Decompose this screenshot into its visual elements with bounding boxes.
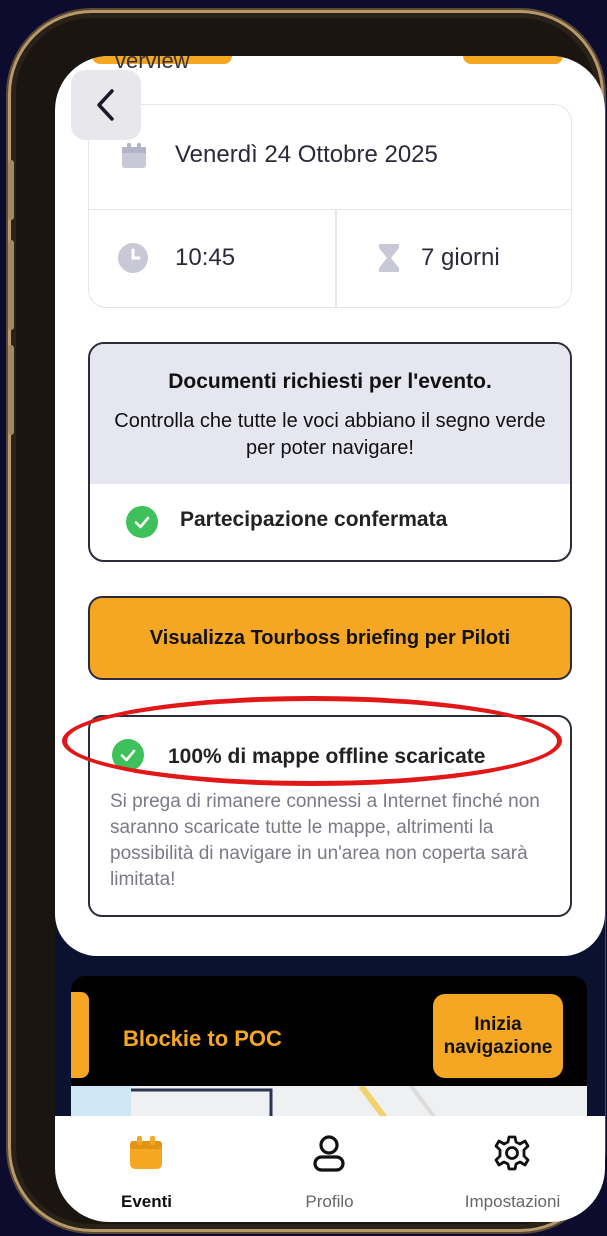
user-icon [313,1135,345,1172]
tab-eventi[interactable]: Eventi [55,1116,238,1222]
mute-switch [8,160,14,220]
document-item-label: Partecipazione confermata [180,508,448,531]
calendar-icon [130,1136,162,1169]
clock-icon [118,243,148,273]
offline-maps-description: Si prega di rimanere connessi a Internet… [110,791,540,890]
phone-frame: verview Venerdì 24 Ottobre 2025 10:45 7 … [8,10,605,1232]
time-duration-row: 10:45 7 giorni [89,210,571,307]
app-screen: verview Venerdì 24 Ottobre 2025 10:45 7 … [55,56,605,1222]
bottom-tab-bar: Eventi Profilo Impostazioni [55,1116,605,1222]
required-documents-card: Documenti richiesti per l'evento. Contro… [88,342,572,562]
documents-title: Documenti richiesti per l'evento. [168,370,492,393]
peek-tab-right [463,56,563,64]
event-bar-chip [71,992,89,1078]
documents-header: Documenti richiesti per l'evento. Contro… [90,344,570,484]
volume-up-button [8,240,14,330]
event-name: Blockie to POC [123,1026,282,1051]
annotation-highlight-ellipse [62,696,562,786]
chevron-left-icon [97,89,114,121]
event-detail-card: verview Venerdì 24 Ottobre 2025 10:45 7 … [55,56,605,956]
start-navigation-button[interactable]: Inizia navigazione [433,994,563,1078]
briefing-button[interactable]: Visualizza Tourboss briefing per Piloti [88,596,572,680]
tab-impostazioni[interactable]: Impostazioni [421,1116,604,1222]
volume-down-button [8,345,14,435]
check-icon [126,506,158,538]
event-duration: 7 giorni [421,244,500,271]
document-item: Partecipazione confermata [90,484,570,560]
hourglass-icon [379,244,399,272]
back-button[interactable] [71,70,141,140]
tab-profilo[interactable]: Profilo [238,1116,421,1222]
tab-label: Impostazioni [464,1192,561,1211]
gear-icon [494,1135,530,1171]
tab-label: Eventi [120,1192,173,1211]
documents-subtitle: Controlla che tutte le voci abbiano il s… [114,410,546,459]
briefing-button-label: Visualizza Tourboss briefing per Piloti [149,627,511,649]
event-info-card: Venerdì 24 Ottobre 2025 10:45 7 giorni [88,104,572,308]
event-date: Venerdì 24 Ottobre 2025 [175,141,438,168]
calendar-icon [122,143,146,168]
event-time: 10:45 [175,244,236,271]
active-event-bar[interactable]: Blockie to POC Inizia navigazione [71,976,587,1098]
date-row: Venerdì 24 Ottobre 2025 [89,105,571,210]
tab-label: Profilo [305,1192,354,1211]
